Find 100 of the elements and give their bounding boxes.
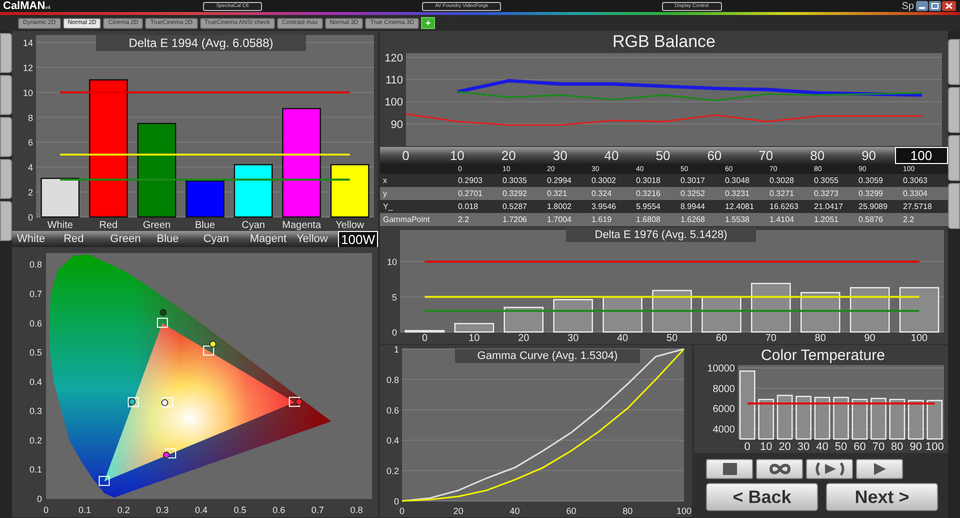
axis-tick-label: 12 (22, 62, 33, 73)
axis-tick-label: 0.2 (386, 466, 399, 476)
axis-tick-label: 100 (910, 333, 928, 344)
axis-tick-label: 10 (386, 257, 397, 268)
table-cell-text: 0.2701 (458, 189, 484, 198)
axis-tick-label: 30 (568, 333, 579, 344)
table-cell-text: 16.6263 (770, 202, 800, 211)
table-cell-text: 5.9554 (636, 202, 662, 211)
axis-tick-label: 0 (28, 212, 33, 222)
axis-tick-label: 110 (385, 74, 403, 87)
table-cell-text: 0.3048 (725, 176, 750, 185)
selector-item[interactable]: Cyan (198, 233, 245, 245)
table-cell-text: 1.7206 (502, 215, 528, 224)
axis-tick-label: 0.6 (272, 505, 286, 515)
axis-tick-label: 20 (518, 333, 530, 344)
table-cell-text: 12.4081 (725, 202, 755, 211)
table-cell-text: 0.3028 (770, 176, 795, 185)
selector-item[interactable]: 90 (843, 148, 895, 163)
selector-item[interactable]: 70 (740, 148, 792, 163)
selector-item[interactable]: Red (58, 233, 106, 245)
table-cell-text: 0.3304 (903, 189, 928, 198)
selector-item[interactable]: Yellow (291, 233, 338, 245)
axis-tick-label: 50 (834, 441, 848, 453)
table-cell-text: 1.7004 (547, 215, 572, 224)
selector-item[interactable]: 80 (792, 148, 844, 163)
axis-tick-label: 0.7 (311, 505, 324, 515)
table-cell-text: 8.9944 (680, 202, 706, 211)
table-cell-text: 25.9089 (858, 202, 888, 211)
axis-tick-label: 80 (891, 441, 904, 453)
axis-tick-label: 0.3 (156, 505, 169, 515)
axis-tick-label: Magenta (282, 220, 322, 231)
axis-tick-label: 0 (394, 496, 399, 506)
table-cell-text: 1.5538 (725, 215, 750, 224)
selector-item[interactable]: White (12, 233, 59, 245)
axis-tick-label: 0.1 (78, 505, 92, 515)
axis-tick-label: 0.4 (386, 436, 399, 446)
table-cell-text: 0.3252 (680, 189, 706, 198)
chart-title: Delta E 1976 (Avg. 5.1428) (566, 228, 756, 242)
selector-item[interactable]: 0 (380, 148, 432, 163)
chart-title: Gamma Curve (Avg. 1.5304) (455, 349, 640, 363)
axis-tick-label: 0 (36, 494, 42, 504)
selector-item[interactable]: 100W (338, 230, 378, 248)
axis-tick-label: 10 (468, 333, 480, 344)
selector-item[interactable]: 100 (894, 147, 948, 164)
table-cell-text: 1.2051 (814, 215, 840, 224)
table-cell-text: 0.5876 (858, 215, 884, 224)
row-header: Y_ (382, 202, 394, 211)
selector-item[interactable]: 10 (431, 148, 483, 163)
axis-tick-label: 2 (28, 188, 33, 198)
table-cell-text: 21.0417 (814, 202, 844, 211)
table-cell-text: 0.3018 (636, 176, 662, 185)
nav-button[interactable]: Next > (826, 483, 938, 511)
axis-tick-label: 20 (453, 506, 464, 516)
axis-tick-label: 70 (765, 333, 776, 344)
selector-item[interactable]: Green (105, 233, 152, 245)
row-header: x (382, 176, 388, 185)
title-text: Sp (902, 0, 914, 12)
selector-item[interactable]: 30 (534, 148, 586, 163)
axis-tick-label: 0 (400, 506, 404, 516)
axis-tick-label: 0 (744, 441, 750, 453)
axis-tick-label: 0.8 (386, 374, 399, 385)
axis-tick-label: 0.6 (386, 405, 399, 416)
axis-tick-label: 0.6 (29, 318, 42, 328)
axis-tick-label: 10 (760, 441, 772, 453)
axis-tick-label: 0.4 (29, 376, 42, 387)
axis-tick-label: 90 (390, 118, 403, 131)
table-cell-text: 0.3059 (858, 176, 884, 185)
axis-tick-label: 6000 (712, 404, 735, 416)
table-cell-text: 0.2994 (547, 176, 572, 185)
table-cell-text: 0.5287 (502, 202, 528, 211)
axis-tick-label: 0.2 (117, 505, 130, 515)
axis-tick-label: 50 (666, 333, 678, 344)
axis-tick-label: 100 (676, 506, 692, 516)
axis-tick-label: 0.4 (194, 505, 208, 515)
selector-item[interactable]: 50 (637, 148, 689, 163)
table-cell-text: 0.2903 (458, 176, 484, 185)
table-cell-text: 0.3002 (592, 176, 617, 185)
table-cell-text: 0.3271 (770, 189, 795, 198)
selector-item[interactable]: 40 (586, 148, 638, 163)
axis-tick-label: Red (99, 220, 118, 231)
nav-button[interactable]: < Back (706, 483, 818, 511)
selector-item[interactable]: Blue (152, 233, 198, 245)
selector-item[interactable]: 60 (688, 148, 740, 163)
axis-tick-label: 90 (864, 333, 876, 344)
row-header: GammaPoint (382, 215, 431, 224)
axis-tick-label: White (47, 220, 73, 231)
axis-tick-label: 8 (28, 112, 33, 123)
table-cell-text: 1.8002 (547, 202, 572, 211)
table-cell-text: 0.3299 (858, 189, 884, 198)
axis-tick-label: 0.1 (29, 464, 42, 475)
table-cell-text: 0.3216 (636, 189, 662, 198)
table-cell-text: 0.3063 (903, 176, 928, 185)
selector-item[interactable]: 20 (482, 148, 534, 163)
axis-tick-label: 80 (814, 333, 826, 344)
table-cell-text: 2.2 (458, 215, 470, 224)
table-cell-text: 0.3017 (680, 176, 706, 185)
table-cell-text: 0.3273 (814, 189, 840, 198)
axis-tick-label: 40 (510, 506, 520, 516)
axis-tick-label: 100 (384, 96, 403, 109)
selector-item[interactable]: Magent (244, 233, 292, 245)
